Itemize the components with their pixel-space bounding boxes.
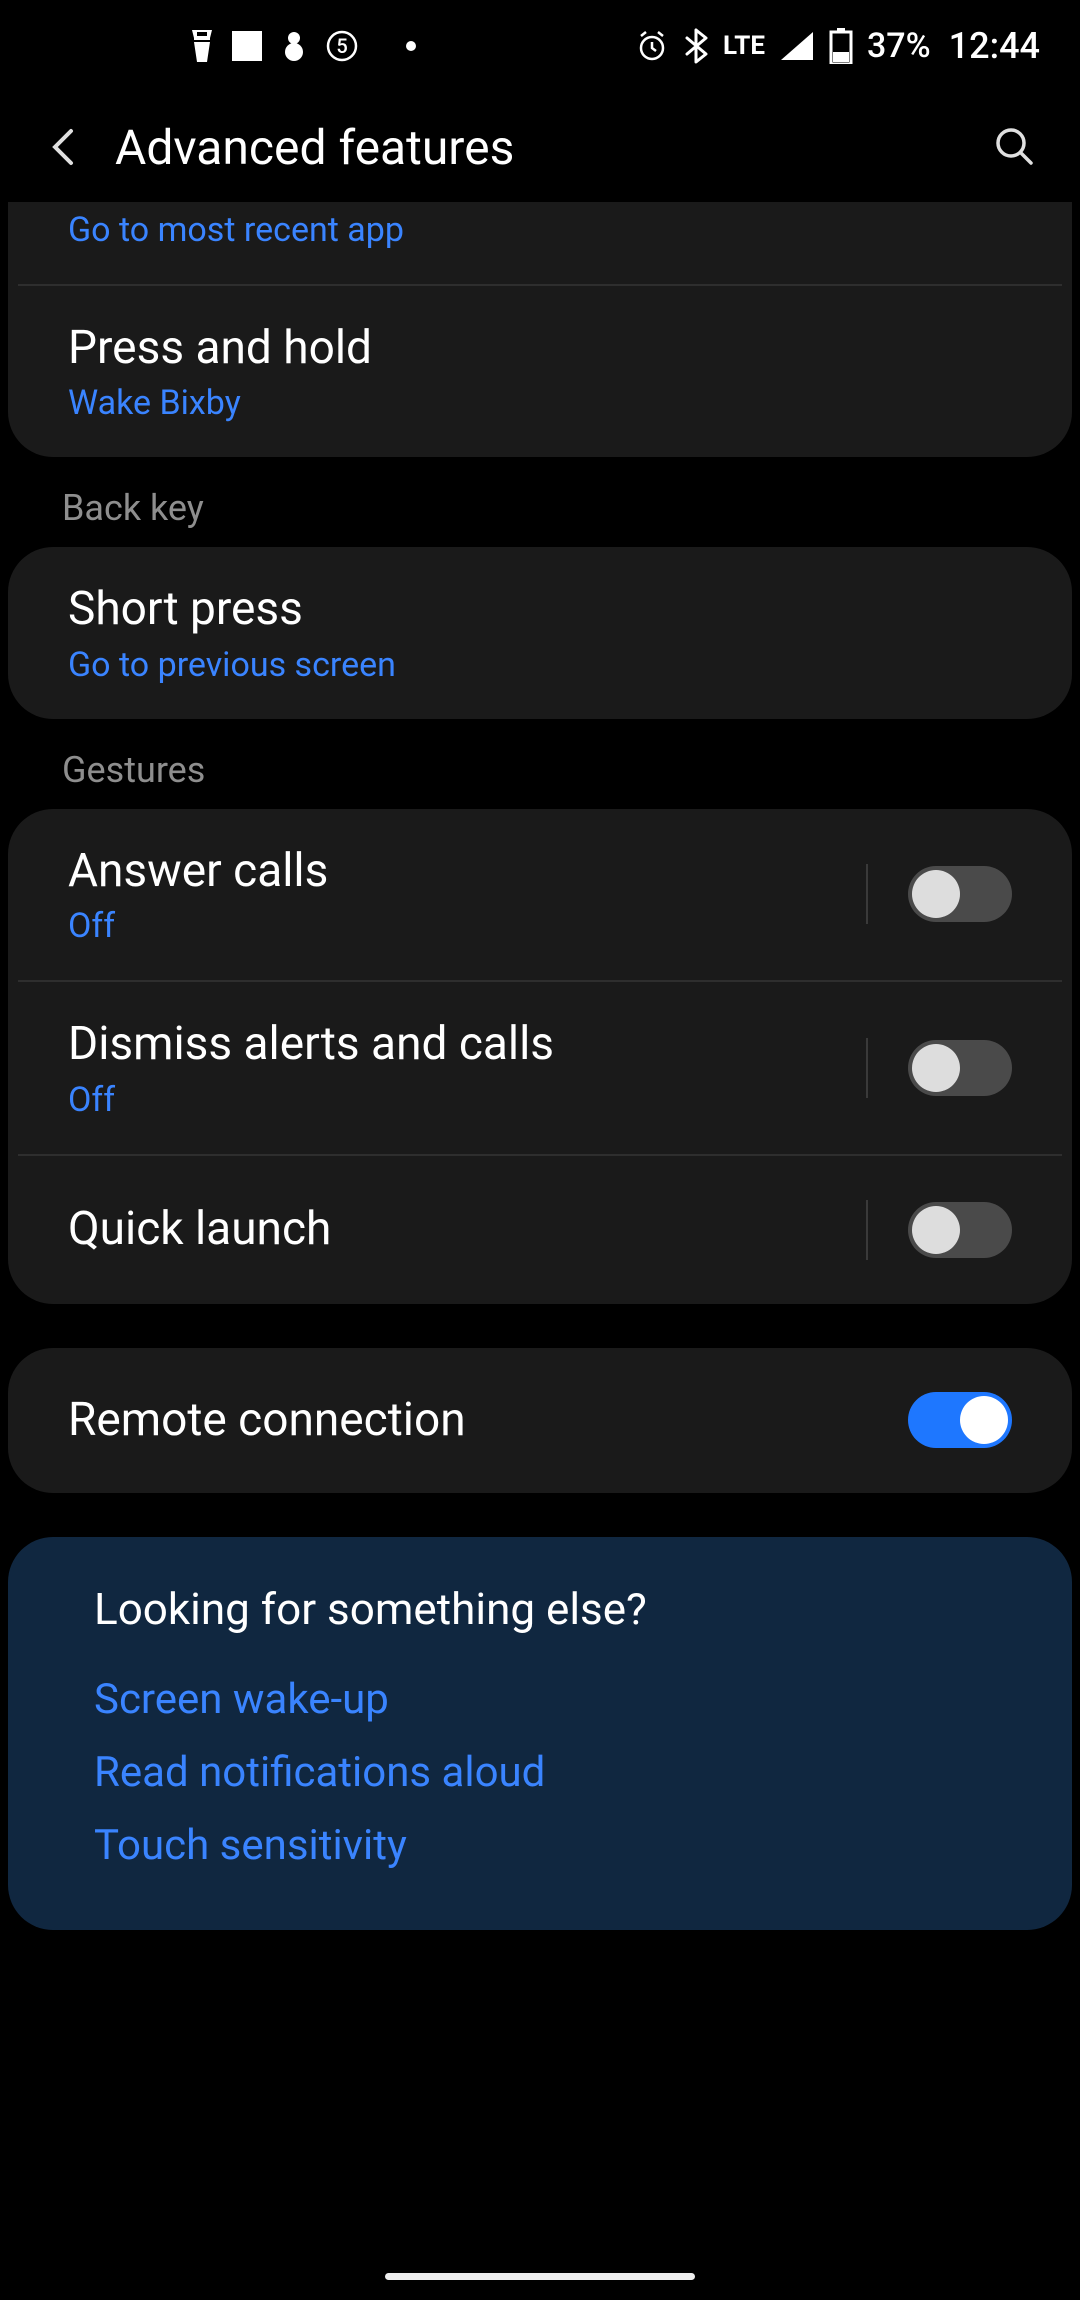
setting-press-hold[interactable]: Press and hold Wake Bixby — [18, 284, 1062, 458]
toggle-dismiss-alerts[interactable] — [908, 1040, 1012, 1096]
page-title: Advanced features — [115, 119, 985, 176]
setting-subtitle: Off — [68, 1080, 856, 1120]
dot-icon — [406, 41, 416, 51]
battery-icon — [829, 28, 853, 64]
signal-icon — [779, 30, 815, 62]
looking-for-card: Looking for something else? Screen wake-… — [8, 1537, 1072, 1930]
setting-answer-calls[interactable]: Answer calls Off — [8, 809, 1072, 981]
setting-title: Press and hold — [68, 320, 1012, 378]
svg-text:5: 5 — [336, 34, 347, 58]
square-icon — [232, 31, 262, 61]
link-screen-wakeup[interactable]: Screen wake-up — [94, 1675, 986, 1724]
back-button[interactable] — [35, 125, 95, 169]
setting-subtitle: Off — [68, 906, 856, 946]
toggle-quick-launch[interactable] — [908, 1202, 1012, 1258]
divider — [866, 1038, 868, 1098]
cup-icon — [190, 30, 214, 62]
looking-for-title: Looking for something else? — [94, 1583, 986, 1635]
setting-double-press[interactable]: Double press Go to most recent app — [8, 202, 1072, 284]
status-bar: 5 LTE 37% 12:44 — [0, 0, 1080, 92]
setting-subtitle: Go to previous screen — [68, 645, 1012, 685]
toggle-remote-connection[interactable] — [908, 1392, 1012, 1448]
setting-title: Answer calls — [68, 843, 856, 901]
power-key-card: Double press Go to most recent app Press… — [8, 202, 1072, 457]
clock: 12:44 — [949, 25, 1040, 67]
snowman-icon — [280, 30, 308, 62]
toggle-answer-calls[interactable] — [908, 866, 1012, 922]
alarm-icon — [635, 29, 669, 63]
bluetooth-icon — [683, 28, 709, 64]
setting-subtitle: Go to most recent app — [68, 210, 1012, 250]
network-lte: LTE — [723, 31, 765, 61]
remote-card: Remote connection — [8, 1348, 1072, 1494]
status-right: LTE 37% 12:44 — [635, 25, 1040, 67]
setting-dismiss-alerts[interactable]: Dismiss alerts and calls Off — [18, 980, 1062, 1154]
setting-title: Double press — [68, 202, 1012, 204]
setting-title: Dismiss alerts and calls — [68, 1016, 856, 1074]
setting-title: Quick launch — [68, 1201, 856, 1259]
setting-short-press[interactable]: Short press Go to previous screen — [8, 547, 1072, 719]
section-gestures: Gestures — [0, 719, 1080, 809]
divider — [866, 864, 868, 924]
setting-title: Short press — [68, 581, 1012, 639]
link-touch-sensitivity[interactable]: Touch sensitivity — [94, 1821, 986, 1870]
search-button[interactable] — [985, 125, 1045, 169]
setting-remote-connection[interactable]: Remote connection — [8, 1348, 1072, 1494]
setting-quick-launch[interactable]: Quick launch — [18, 1154, 1062, 1304]
divider — [866, 1200, 868, 1260]
setting-subtitle: Wake Bixby — [68, 383, 1012, 423]
status-left: 5 — [190, 30, 416, 62]
home-indicator[interactable] — [385, 2273, 695, 2280]
back-key-card: Short press Go to previous screen — [8, 547, 1072, 719]
gestures-card: Answer calls Off Dismiss alerts and call… — [8, 809, 1072, 1304]
setting-title: Remote connection — [68, 1392, 908, 1450]
battery-pct: 37% — [867, 26, 931, 66]
app-header: Advanced features — [0, 92, 1080, 202]
circle-5-icon: 5 — [326, 30, 358, 62]
section-back-key: Back key — [0, 457, 1080, 547]
link-read-notifications[interactable]: Read notifications aloud — [94, 1748, 986, 1797]
